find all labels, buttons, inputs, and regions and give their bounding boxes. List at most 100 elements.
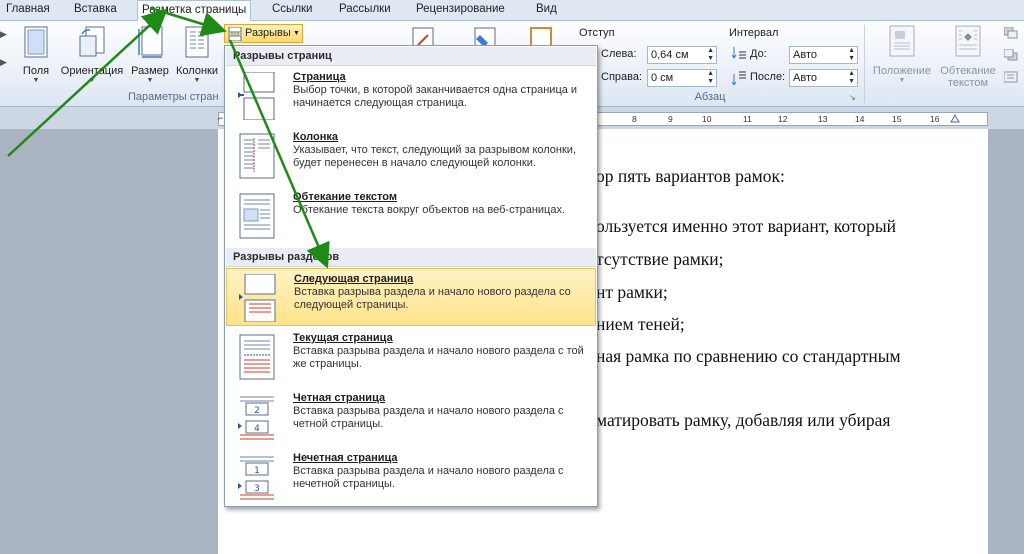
wrap-text-button[interactable]: Обтекание текстом xyxy=(936,25,1000,89)
svg-text:2: 2 xyxy=(254,406,260,416)
paragraph-group-label: Абзац xyxy=(694,91,726,103)
size-button[interactable]: Размер ▼ xyxy=(128,26,172,85)
menu-item-continuous[interactable]: Текущая страница Вставка разрыва раздела… xyxy=(226,328,596,386)
wrap-text-label-1: Обтекание xyxy=(940,65,996,77)
menu-item-description: Вставка разрыва раздела и начало нового … xyxy=(293,405,564,430)
ruler-tick: 8 xyxy=(632,114,637,124)
spin-arrows-icon[interactable]: ▲ ▼ xyxy=(707,70,714,86)
ribbon-tab-bar: Главная Вставка Разметка страницы Ссылки… xyxy=(0,0,1024,22)
spin-arrows-icon[interactable]: ▲ ▼ xyxy=(707,47,714,63)
indent-right-field[interactable]: 0 см ▲ ▼ xyxy=(647,69,717,87)
space-after-field[interactable]: Авто ▲ ▼ xyxy=(789,69,858,87)
breaks-icon xyxy=(228,27,242,41)
indent-left-label: Слева: xyxy=(601,48,637,60)
margins-button[interactable]: Поля ▼ xyxy=(20,26,52,85)
position-button[interactable]: Положение ▼ xyxy=(868,25,936,85)
menu-item-title: Четная страница xyxy=(293,392,386,404)
position-icon xyxy=(889,25,915,57)
indent-right-label: Справа: xyxy=(601,71,643,83)
menu-item-odd-page[interactable]: 13 Нечетная страница Вставка разрыва раз… xyxy=(226,448,596,506)
menu-item-even-page[interactable]: 24 Четная страница Вставка разрыва разде… xyxy=(226,388,596,446)
page-setup-group-label: Параметры стран xyxy=(128,91,219,103)
tab-review[interactable]: Рецензирование xyxy=(412,0,509,21)
right-indent-marker-icon[interactable] xyxy=(950,113,960,123)
indent-left-field[interactable]: 0,64 см ▲ ▼ xyxy=(647,46,717,64)
tab-home[interactable]: Главная xyxy=(2,0,54,21)
space-after-label: После: xyxy=(750,71,786,83)
continuous-break-icon xyxy=(239,334,275,380)
menu-item-text-wrapping-break[interactable]: Обтекание текстом Обтекание текста вокру… xyxy=(226,187,596,245)
menu-item-description: Указывает, что текст, следующий за разры… xyxy=(293,144,577,169)
spacing-group-title: Интервал xyxy=(729,27,779,39)
tab-mailings[interactable]: Рассылки xyxy=(335,0,395,21)
space-before-label: До: xyxy=(750,48,767,60)
columns-button[interactable]: Колонки ▼ xyxy=(172,26,222,85)
theme-arrow-icon[interactable]: ▶ xyxy=(0,29,7,40)
columns-icon xyxy=(185,26,209,58)
tab-stop-icon[interactable]: ⌐ xyxy=(218,113,223,123)
margins-icon xyxy=(24,26,48,58)
doc-line: ор пять вариантов рамок: xyxy=(596,166,785,186)
breaks-button[interactable]: Разрывы ▼ xyxy=(224,24,303,43)
doc-line: нием теней; xyxy=(596,314,685,334)
ruler-tick: 13 xyxy=(818,114,828,124)
size-label: Размер xyxy=(131,65,169,77)
orientation-button[interactable]: Ориентация ▼ xyxy=(58,26,126,85)
ruler-tick: 14 xyxy=(855,114,865,124)
breaks-dropdown-menu: Разрывы страниц Страница Выбор точки, в … xyxy=(224,45,598,507)
breaks-label: Разрывы xyxy=(245,27,291,39)
menu-item-title: Обтекание текстом xyxy=(293,191,397,203)
indent-group-title: Отступ xyxy=(579,27,615,39)
dialog-launcher-icon[interactable]: ↘ xyxy=(849,93,856,102)
tab-references[interactable]: Ссылки xyxy=(268,0,317,21)
ruler-tick: 9 xyxy=(668,114,673,124)
selection-pane-icon[interactable] xyxy=(1004,71,1018,83)
menu-item-description: Выбор точки, в которой заканчивается одн… xyxy=(293,84,578,109)
chevron-down-icon: ▼ xyxy=(146,77,154,84)
menu-item-title: Колонка xyxy=(293,131,338,143)
menu-item-title: Следующая страница xyxy=(294,273,414,285)
bring-forward-icon[interactable] xyxy=(1004,27,1018,39)
spin-arrows-icon[interactable]: ▲ ▼ xyxy=(848,70,855,86)
next-page-break-icon xyxy=(239,274,276,322)
ruler-tick: 16 xyxy=(930,114,940,124)
tab-page-layout[interactable]: Разметка страницы xyxy=(137,0,252,22)
chevron-down-icon: ▼ xyxy=(32,77,40,84)
chevron-down-icon: ▼ xyxy=(898,77,906,84)
margins-label: Поля xyxy=(22,65,50,77)
page-breaks-header: Разрывы страниц xyxy=(226,47,596,66)
ruler-tick: 15 xyxy=(892,114,902,124)
menu-item-title: Страница xyxy=(293,71,346,83)
tab-insert[interactable]: Вставка xyxy=(70,0,121,21)
doc-line: ная рамка по сравнению со стандартным xyxy=(596,346,901,366)
chevron-down-icon: ▼ xyxy=(193,77,201,84)
orientation-icon xyxy=(79,26,105,57)
spin-arrows-icon[interactable]: ▲ ▼ xyxy=(848,47,855,63)
space-before-field[interactable]: Авто ▲ ▼ xyxy=(789,46,858,64)
menu-item-description: Обтекание текста вокруг объектов на веб-… xyxy=(293,204,566,216)
page-size-icon xyxy=(138,26,163,58)
menu-item-title: Текущая страница xyxy=(293,332,393,344)
send-backward-icon[interactable] xyxy=(1004,49,1018,61)
ruler-tick: 12 xyxy=(778,114,788,124)
space-after-value: Авто xyxy=(793,72,817,84)
odd-page-break-icon: 13 xyxy=(238,456,274,500)
menu-item-page-break[interactable]: Страница Выбор точки, в которой заканчив… xyxy=(226,67,596,125)
section-breaks-header: Разрывы разделов xyxy=(226,248,596,267)
menu-item-column-break[interactable]: Колонка Указывает, что текст, следующий … xyxy=(226,127,596,185)
group-separator xyxy=(864,25,865,103)
wrap-text-icon xyxy=(955,25,981,57)
space-before-value: Авто xyxy=(793,49,817,61)
tab-view[interactable]: Вид xyxy=(532,0,561,21)
svg-text:1: 1 xyxy=(254,466,260,476)
space-before-icon xyxy=(731,47,746,59)
theme-arrow-icon[interactable]: ▶ xyxy=(0,57,7,68)
menu-item-title: Нечетная страница xyxy=(293,452,398,464)
svg-text:3: 3 xyxy=(254,484,260,494)
orientation-label: Ориентация xyxy=(60,65,124,77)
svg-text:4: 4 xyxy=(254,424,260,434)
menu-item-description: Вставка разрыва раздела и начало нового … xyxy=(293,465,564,490)
even-page-break-icon: 24 xyxy=(238,396,274,440)
menu-item-next-page[interactable]: Следующая страница Вставка разрыва разде… xyxy=(226,268,596,326)
menu-item-description: Вставка разрыва раздела и начало нового … xyxy=(294,286,571,311)
